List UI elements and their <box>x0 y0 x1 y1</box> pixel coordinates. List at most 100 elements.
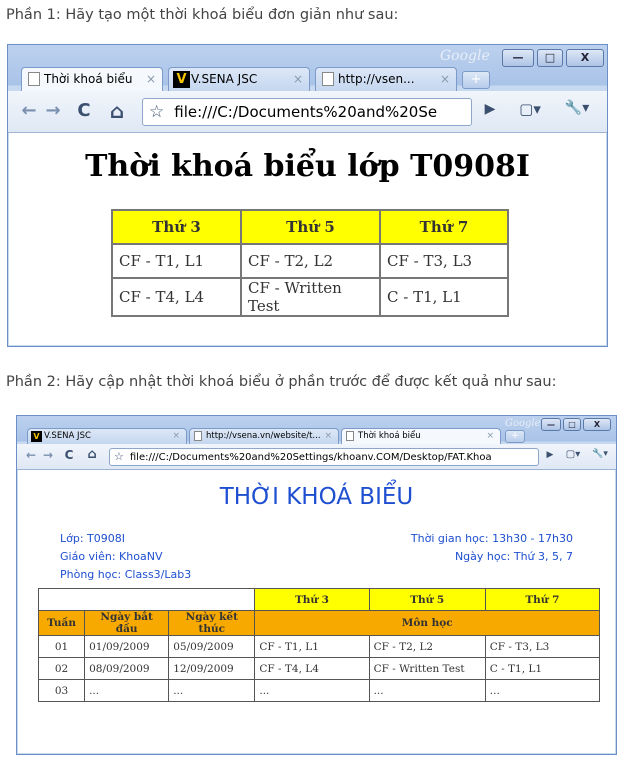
day-header-cell: Thứ 7 <box>484 588 601 611</box>
tab-label: Thời khoá biểu <box>44 72 133 86</box>
back-icon[interactable]: ← <box>18 100 40 121</box>
address-bar[interactable]: ☆ file:///C:/Documents%20and%20Settings/k… <box>109 448 539 466</box>
subject-cell: CF - Written Test <box>368 657 486 680</box>
reload-icon[interactable]: C <box>72 100 96 121</box>
page-icon <box>28 72 40 86</box>
page-icon <box>346 431 354 441</box>
table-cell: CF - T2, L2 <box>240 243 381 279</box>
forward-icon[interactable]: → <box>40 448 56 462</box>
tab-vsena-website[interactable]: http://vsena.vn/website/t... × <box>189 428 339 444</box>
subject-cell: ... <box>368 679 486 702</box>
tab-thoi-khoa-bieu[interactable]: Thời khoá biểu × <box>341 428 501 444</box>
close-window-button[interactable]: X <box>566 49 604 67</box>
page-icon <box>194 431 202 441</box>
subject-cell: ... <box>484 679 601 702</box>
page-icon <box>322 72 334 86</box>
browser-window-1: Google — □ X Thời khoá biểu × V V.SENA J… <box>7 44 608 347</box>
maximize-button[interactable]: □ <box>563 418 581 431</box>
toolbar: ← → C ⌂ ☆ file:///C:/Documents%20and%20Se… <box>8 91 607 133</box>
start-date-cell: 08/09/2009 <box>84 657 170 680</box>
browser-window-2: Google — □ X V V.SENA JSC × http://vsena… <box>16 415 617 755</box>
day-header-cell: Thứ 5 <box>368 588 486 611</box>
end-date-header: Ngày kết thúc <box>168 610 256 636</box>
empty-cell <box>37 588 256 611</box>
home-icon[interactable]: ⌂ <box>104 99 130 123</box>
subject-header: Môn học <box>254 610 600 636</box>
detailed-timetable: Thứ 3 Thứ 5 Thứ 7 Tuần Ngày bắt đầu Ngày… <box>37 588 601 702</box>
subject-cell: C - T1, L1 <box>484 657 601 680</box>
table-cell: CF - T1, L1 <box>111 243 242 279</box>
toolbar: ← → C ⌂ ☆ file:///C:/Documents%20and%20Se… <box>17 444 616 470</box>
timetable: Thứ 3 Thứ 5 Thứ 7 CF - T1, L1 CF - T2, L… <box>111 209 509 317</box>
page-title: Thời khoá biểu lớp T0908I <box>85 149 530 184</box>
subject-cell: CF - T1, L1 <box>254 635 370 658</box>
days-info: Ngày học: Thứ 3, 5, 7 <box>454 550 573 563</box>
header-cell: Thứ 7 <box>379 209 509 245</box>
reload-icon[interactable]: C <box>61 448 77 462</box>
time-info: Thời gian học: 13h30 - 17h30 <box>410 532 573 545</box>
tools-menu-icon[interactable]: 🔧▾ <box>587 449 613 459</box>
vsena-logo-icon: V <box>31 431 42 442</box>
home-icon[interactable]: ⌂ <box>83 447 101 462</box>
end-date-cell: 12/09/2009 <box>168 657 256 680</box>
subject-cell: CF - T3, L3 <box>484 635 601 658</box>
class-info: Lớp: T0908I <box>60 532 126 545</box>
part2-caption: Phần 2: Hãy cập nhật thời khoá biểu ở ph… <box>6 374 557 390</box>
tab-vsena[interactable]: V V.SENA JSC × <box>27 428 187 444</box>
start-date-cell: 01/09/2009 <box>84 635 170 658</box>
header-cell: Thứ 5 <box>240 209 381 245</box>
header-cell: Thứ 3 <box>111 209 242 245</box>
table-row: 02 08/09/2009 12/09/2009 CF - T4, L4 CF … <box>37 657 601 680</box>
end-date-cell: ... <box>168 679 256 702</box>
page-title: THỜI KHOÁ BIỂU <box>219 484 414 510</box>
week-cell: 02 <box>37 657 86 680</box>
close-tab-icon[interactable]: × <box>172 429 180 444</box>
new-tab-button[interactable]: + <box>462 71 490 89</box>
close-tab-icon[interactable]: × <box>146 68 156 90</box>
week-header: Tuần <box>37 610 86 636</box>
minimize-button[interactable]: — <box>541 418 561 431</box>
subject-cell: CF - T2, L2 <box>368 635 486 658</box>
table-row: 03 ... ... ... ... ... <box>37 679 601 702</box>
close-window-button[interactable]: X <box>583 418 611 431</box>
table-cell: CF - T3, L3 <box>379 243 509 279</box>
forward-icon[interactable]: → <box>42 100 64 121</box>
table-row: CF - T4, L4 CF - Written Test C - T1, L1 <box>111 277 509 317</box>
tools-menu-icon[interactable]: 🔧▾ <box>557 100 597 116</box>
table-row: 01 01/09/2009 05/09/2009 CF - T1, L1 CF … <box>37 635 601 658</box>
column-header-row: Tuần Ngày bắt đầu Ngày kết thúc Môn học <box>37 610 600 636</box>
google-brand: Google <box>440 48 490 64</box>
close-tab-icon[interactable]: × <box>486 429 494 444</box>
header-row: Thứ 3 Thứ 5 Thứ 7 <box>111 209 509 245</box>
back-icon[interactable]: ← <box>23 448 39 462</box>
close-tab-icon[interactable]: × <box>293 68 303 90</box>
google-brand: Google <box>505 418 541 429</box>
subject-cell: ... <box>254 679 370 702</box>
tab-vsena[interactable]: V V.SENA JSC × <box>168 67 310 91</box>
new-tab-button[interactable]: + <box>505 430 525 443</box>
end-date-cell: 05/09/2009 <box>168 635 256 658</box>
tab-vsena-url[interactable]: http://vsen... × <box>315 67 457 91</box>
maximize-button[interactable]: □ <box>537 49 563 67</box>
page-viewport: Thời khoá biểu lớp T0908I Thứ 3 Thứ 5 Th… <box>9 133 606 345</box>
tab-label: Thời khoá biểu <box>358 431 421 441</box>
star-icon[interactable]: ☆ <box>114 450 124 463</box>
minimize-button[interactable]: — <box>502 49 534 67</box>
tab-thoi-khoa-bieu[interactable]: Thời khoá biểu × <box>21 67 163 91</box>
close-tab-icon[interactable]: × <box>440 68 450 90</box>
page-menu-icon[interactable]: ▢▾ <box>513 100 547 118</box>
address-bar[interactable]: ☆ file:///C:/Documents%20and%20Se <box>142 98 472 126</box>
table-cell: C - T1, L1 <box>379 277 509 317</box>
url-text: file:///C:/Documents%20and%20Settings/kh… <box>129 452 492 463</box>
day-header-row: Thứ 3 Thứ 5 Thứ 7 <box>37 588 601 611</box>
go-icon[interactable]: ▶ <box>480 101 500 117</box>
star-icon[interactable]: ☆ <box>149 102 164 122</box>
teacher-info: Giáo viên: KhoaNV <box>60 550 163 563</box>
go-icon[interactable]: ▶ <box>543 450 557 460</box>
tab-label: V.SENA JSC <box>191 72 258 86</box>
table-cell: CF - Written Test <box>240 277 381 317</box>
week-cell: 01 <box>37 635 86 658</box>
page-menu-icon[interactable]: ▢▾ <box>561 449 585 460</box>
close-tab-icon[interactable]: × <box>324 429 332 444</box>
start-date-header: Ngày bắt đầu <box>84 610 170 636</box>
